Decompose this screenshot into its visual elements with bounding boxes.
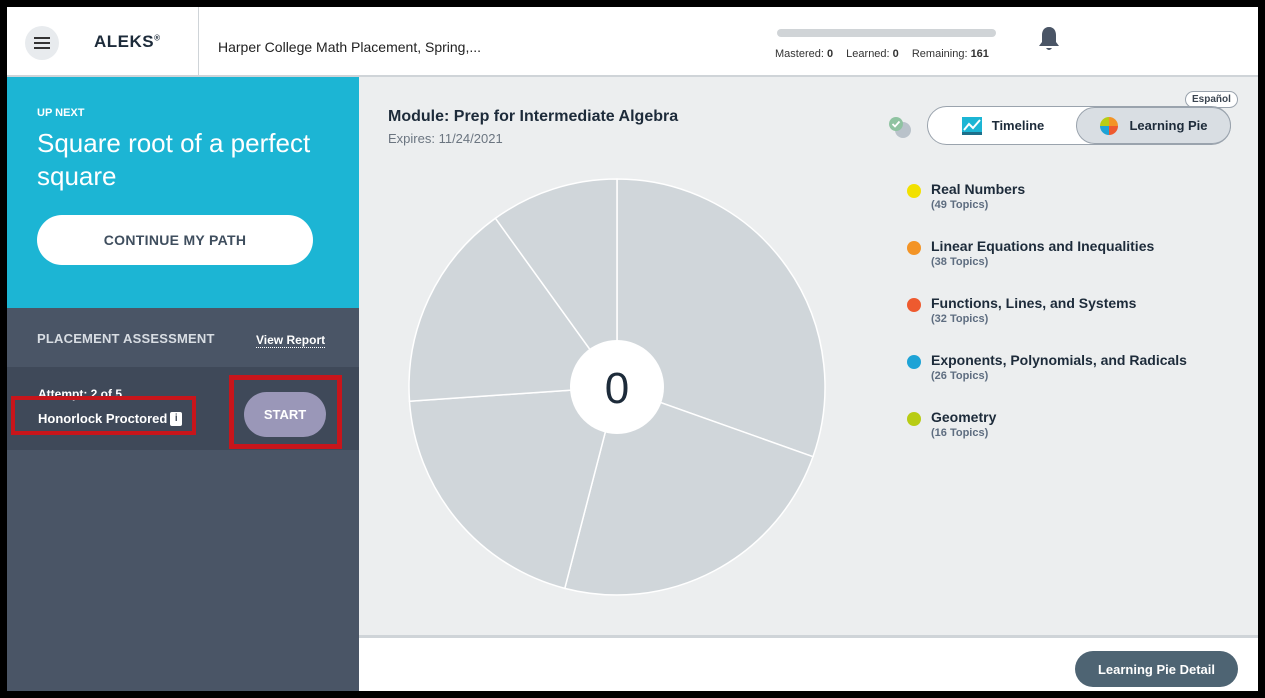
legend-topic-count: (26 Topics) — [931, 370, 989, 382]
top-header: ALEKS® Harper College Math Placement, Sp… — [7, 7, 1258, 77]
bell-icon[interactable] — [1037, 25, 1061, 53]
legend-item[interactable]: Functions, Lines, and Systems (32 Topics) — [907, 295, 1187, 352]
up-next-label: UP NEXT — [37, 107, 85, 119]
legend-item[interactable]: Real Numbers (49 Topics) — [907, 181, 1187, 238]
mastered-label: Mastered: — [775, 48, 824, 60]
legend-dot-icon — [907, 241, 921, 255]
legend-item[interactable]: Exponents, Polynomials, and Radicals (26 … — [907, 352, 1187, 409]
highlight-box-start — [229, 375, 342, 449]
tab-learning-pie[interactable]: Learning Pie — [1076, 107, 1231, 144]
legend-item[interactable]: Geometry (16 Topics) — [907, 409, 1187, 466]
legend-topic-count: (49 Topics) — [931, 199, 989, 211]
timeline-icon — [961, 116, 982, 135]
legend-item[interactable]: Linear Equations and Inequalities (38 Top… — [907, 238, 1187, 295]
expiry-date: Expires: 11/24/2021 — [388, 131, 503, 146]
pie-center-value: 0 — [605, 364, 629, 413]
legend-topic-count: (32 Topics) — [931, 313, 989, 325]
course-title[interactable]: Harper College Math Placement, Spring,..… — [218, 39, 481, 55]
remaining-value: 161 — [970, 48, 989, 60]
legend-dot-icon — [907, 298, 921, 312]
view-toggle: Timeline Learning Pie — [927, 106, 1231, 145]
mastered-value: 0 — [826, 48, 834, 60]
continue-my-path-button[interactable]: CONTINUE MY PATH — [37, 215, 313, 265]
main-content: Module: Prep for Intermediate Algebra Ex… — [359, 77, 1258, 635]
legend-topic-name: Linear Equations and Inequalities — [931, 238, 1155, 254]
mastery-check-icon — [889, 117, 911, 138]
legend-topic-name: Exponents, Polynomials, and Radicals — [931, 352, 1187, 368]
legend-dot-icon — [907, 355, 921, 369]
up-next-panel: UP NEXT Square root of a perfect square … — [7, 77, 359, 308]
header-divider — [198, 7, 199, 75]
legend-topic-count: (38 Topics) — [931, 256, 989, 268]
aleks-logo[interactable]: ALEKS® — [94, 32, 161, 52]
legend-topic-name: Real Numbers — [931, 181, 1026, 197]
legend-dot-icon — [907, 412, 921, 426]
progress-summary: Mastered: 0 Learned: 0 Remaining: 161 — [775, 48, 999, 60]
topic-legend: Real Numbers (49 Topics) Linear Equations … — [907, 181, 1187, 466]
view-report-link[interactable]: View Report — [256, 333, 326, 348]
learning-pie-detail-button[interactable]: Learning Pie Detail — [1075, 651, 1238, 687]
module-title: Module: Prep for Intermediate Algebra — [388, 108, 679, 125]
placement-panel: PLACEMENT ASSESSMENT View Report Attempt… — [7, 308, 359, 691]
app-frame: ALEKS® Harper College Math Placement, Sp… — [7, 7, 1258, 691]
placement-assessment-label: PLACEMENT ASSESSMENT — [37, 331, 215, 346]
legend-topic-name: Geometry — [931, 409, 997, 425]
learning-pie-chart: 0 — [408, 178, 826, 596]
legend-dot-icon — [907, 184, 921, 198]
learned-value: 0 — [892, 48, 899, 60]
remaining-label: Remaining: — [911, 48, 968, 60]
footer-bar: Learning Pie Detail — [359, 635, 1258, 691]
legend-topic-name: Functions, Lines, and Systems — [931, 295, 1137, 311]
hamburger-menu-icon[interactable] — [25, 26, 59, 60]
learning-pie-icon — [1100, 116, 1119, 135]
learned-label: Learned: — [846, 48, 890, 60]
legend-topic-count: (16 Topics) — [931, 427, 989, 439]
progress-bar — [777, 29, 996, 37]
tab-timeline[interactable]: Timeline — [928, 107, 1078, 144]
up-next-topic: Square root of a perfect square — [37, 128, 311, 191]
highlight-box-honorlock — [11, 396, 196, 435]
